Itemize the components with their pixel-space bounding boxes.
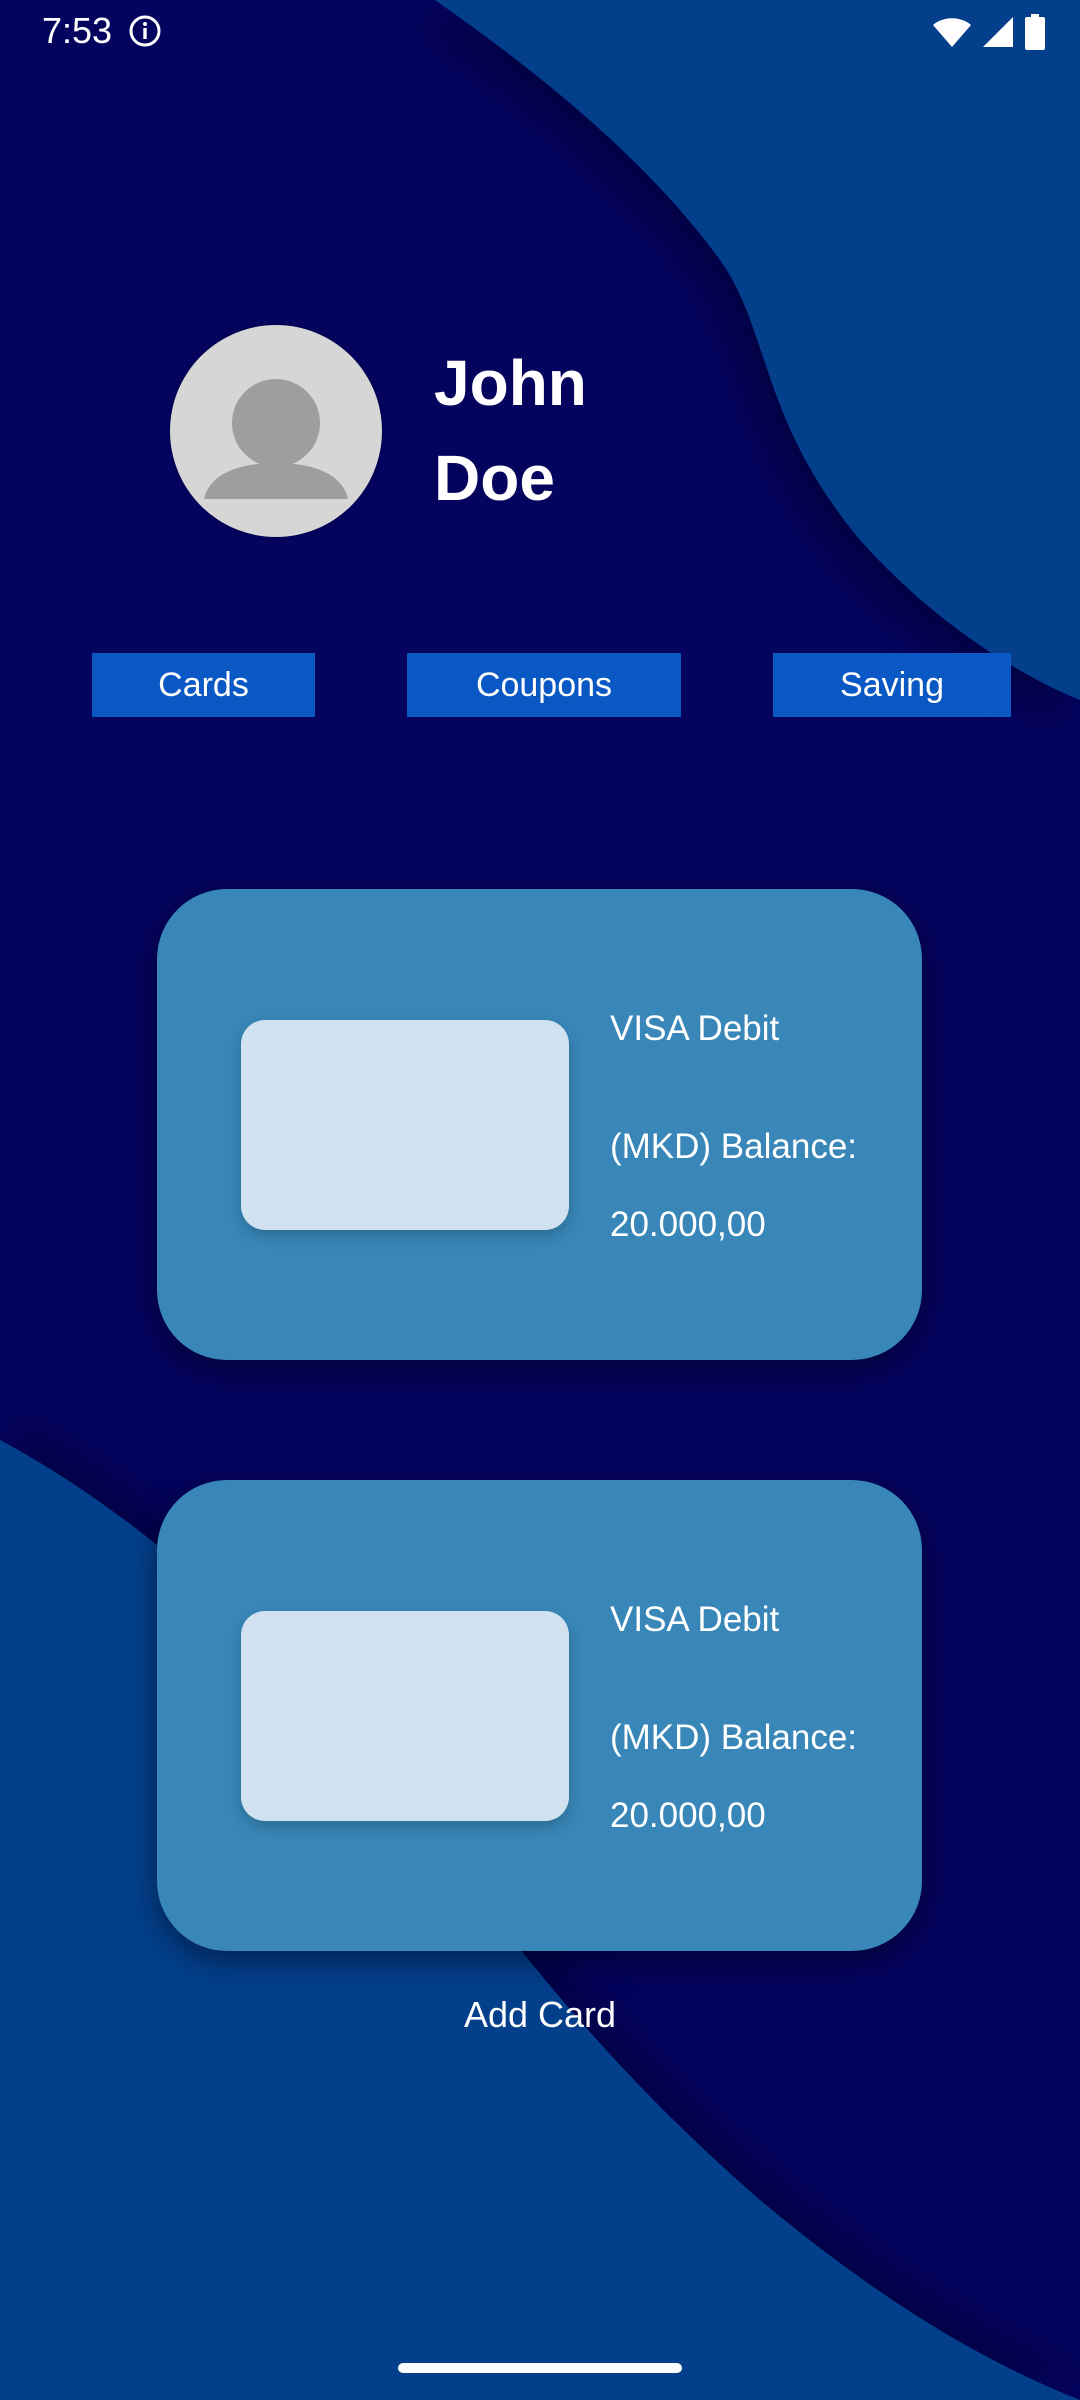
- card-image: [241, 1611, 569, 1821]
- tab-coupons[interactable]: Coupons: [407, 653, 681, 717]
- wifi-icon: [933, 18, 971, 47]
- tab-saving[interactable]: Saving: [773, 653, 1011, 717]
- tab-cards[interactable]: Cards: [92, 653, 315, 717]
- card-item[interactable]: VISA Debit (MKD) Balance: 20.000,00: [157, 1480, 922, 1951]
- status-icons: [932, 12, 1046, 52]
- status-bar: 7:53: [0, 0, 1080, 64]
- user-last-name: Doe: [434, 442, 555, 514]
- user-name: John Doe: [434, 336, 734, 526]
- user-first-name: John: [434, 347, 587, 419]
- info-icon: [129, 15, 161, 47]
- status-time: 7:53: [42, 10, 113, 51]
- card-item[interactable]: VISA Debit (MKD) Balance: 20.000,00: [157, 889, 922, 1360]
- card-balance-label: (MKD) Balance:: [610, 1718, 858, 1757]
- card-balance-value: 20.000,00: [610, 1796, 766, 1835]
- card-balance-label: (MKD) Balance:: [610, 1127, 858, 1166]
- add-card-button[interactable]: Add Card: [390, 1990, 690, 2040]
- card-image: [241, 1020, 569, 1230]
- gesture-nav-handle[interactable]: [398, 2363, 682, 2373]
- app-screen: 7:53 John Doe Cards Coupons Saving VISA …: [0, 0, 1080, 2400]
- card-balance-value: 20.000,00: [610, 1205, 766, 1244]
- battery-icon: [1025, 14, 1045, 50]
- avatar[interactable]: [170, 325, 382, 537]
- signal-icon: [983, 17, 1013, 47]
- card-title: VISA Debit: [610, 1009, 780, 1048]
- person-icon: [204, 379, 348, 499]
- card-title: VISA Debit: [610, 1600, 780, 1639]
